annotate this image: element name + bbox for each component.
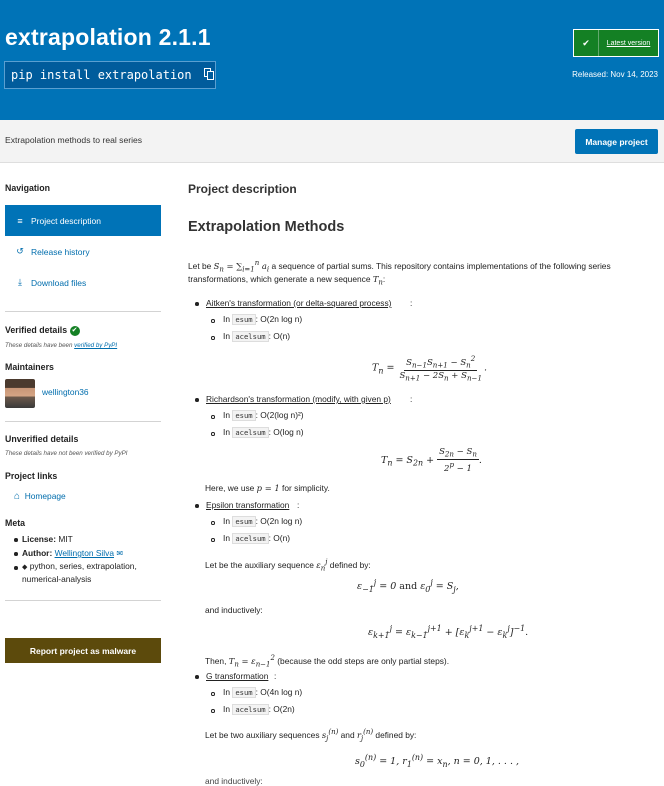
license-item: License: MIT (22, 534, 73, 544)
sub-bullet (211, 709, 215, 713)
nav-project-description[interactable]: ≡ Project description (5, 205, 161, 236)
maintainers-heading: Maintainers (5, 362, 54, 372)
epsilon-aux-text: Let be the auxiliary sequence εnj define… (205, 558, 371, 573)
epsilon-then-text: Then, Tn = εn−12 (because the odd steps … (205, 654, 450, 669)
project-links-heading: Project links (5, 471, 58, 481)
home-icon: ⌂ (14, 491, 21, 502)
epsilon-link[interactable]: Epsilon transformation (206, 500, 289, 510)
navigation-heading: Navigation (5, 183, 50, 193)
report-malware-button[interactable]: Report project as malware (5, 638, 161, 663)
verified-heading: Verified details ✔ (5, 325, 80, 336)
release-date: Released: Nov 14, 2023 (572, 70, 658, 79)
g-init-formula: s0(n) = 1, r1(n) = xn, n = 0, 1, . . . , (355, 753, 520, 770)
richardson-esum: In esum: O(2(log n)²) (223, 410, 304, 421)
g-esum: In esum: O(4n log n) (223, 687, 303, 698)
divider (5, 600, 161, 601)
summary-bar: Extrapolation methods to real series (0, 120, 664, 163)
maintainer-avatar[interactable] (5, 379, 35, 408)
latest-version-badge[interactable]: ✔ Latest version (573, 29, 659, 57)
package-summary: Extrapolation methods to real series (5, 135, 143, 145)
bullet (14, 552, 18, 556)
sub-bullet (211, 521, 215, 525)
align-left-icon: ≡ (17, 215, 23, 226)
manage-project-button[interactable]: Manage project (575, 129, 658, 154)
aitken-formula: Tn = Sn−1Sn+1 − Sn2 Sn+1 − 2Sn + Sn−1. (372, 354, 487, 383)
g-aux-text: Let be two auxiliary sequences sj(n) and… (205, 728, 417, 743)
sub-bullet (211, 692, 215, 696)
epsilon-acelsum: In acelsum: O(n) (223, 533, 291, 544)
epsilon-recursion-formula: εk+1j = εk−1j+1 + [εkj+1 − εkj]−1. (368, 624, 529, 641)
verified-by-pypi-link[interactable]: verified by PyPI (74, 342, 117, 349)
pip-command-box[interactable]: pip install extrapolation (4, 61, 216, 89)
bullet (14, 538, 18, 542)
tag-icon: ◆ (22, 564, 28, 571)
latest-version-link[interactable]: Latest version (599, 40, 658, 47)
g-acelsum: In acelsum: O(2n) (223, 704, 295, 715)
intro-line-2: transformations, which generate a new se… (188, 274, 386, 287)
tags-item: ◆ python, series, extrapolation, (22, 561, 137, 571)
bullet (195, 302, 199, 306)
pip-command: pip install extrapolation (11, 68, 192, 82)
check-icon: ✔ (582, 37, 590, 48)
intro-line-1: Let be Sn = ∑i=1n ai a sequence of parti… (188, 259, 611, 274)
homepage-link[interactable]: ⌂ Homepage (14, 491, 66, 502)
package-header: extrapolation 2.1.1 pip install extrapol… (0, 0, 664, 120)
sub-bullet (211, 538, 215, 542)
epsilon-init-formula: ε−1j = 0 and ε0j = Sj, (357, 578, 459, 595)
nav-label: Project description (31, 215, 101, 226)
nav-release-history[interactable]: ↺ Release history (5, 236, 161, 267)
author-link[interactable]: Wellington Silva (55, 548, 114, 558)
package-title: extrapolation 2.1.1 (5, 24, 211, 50)
g-cut-text: and inductively: (205, 776, 263, 786)
epsilon-inductive-text: and inductively: (205, 605, 263, 615)
bullet (14, 566, 18, 570)
maintainer-link[interactable]: wellington36 (42, 387, 89, 397)
envelope-icon: ✉ (116, 549, 124, 558)
richardson-link[interactable]: Richardson's transformation (modify, wit… (206, 394, 391, 404)
nav-download-files[interactable]: ⤓ Download files (5, 267, 161, 298)
epsilon-esum: In esum: O(2n log n) (223, 516, 303, 527)
unverified-note: These details have not been verified by … (5, 450, 128, 457)
bullet (195, 398, 199, 402)
divider (5, 421, 161, 422)
history-icon: ↺ (16, 246, 24, 256)
aitken-link[interactable]: Aitken's transformation (or delta-square… (206, 298, 391, 308)
bullet (195, 675, 199, 679)
section-title: Project description (188, 182, 297, 196)
bullet (195, 504, 199, 508)
sub-bullet (211, 336, 215, 340)
nav-label: Download files (31, 277, 87, 288)
g-link[interactable]: G transformation (206, 671, 268, 681)
aitken-acelsum: In acelsum: O(n) (223, 331, 291, 342)
sub-bullet (211, 432, 215, 436)
sub-bullet (211, 319, 215, 323)
download-icon: ⤓ (18, 277, 22, 287)
homepage-label: Homepage (24, 491, 66, 501)
math-sn: Sn = ∑i=1n ai (213, 259, 270, 274)
richardson-formula: Tn = S2n + S2n − Sn 2p − 1. (381, 447, 482, 474)
aitken-esum: In esum: O(2n log n) (223, 314, 303, 325)
richardson-note: Here, we use p = 1 for simplicity. (205, 483, 330, 493)
richardson-acelsum: In acelsum: O(log n) (223, 427, 304, 438)
tags-item-cont: numerical-analysis (22, 574, 92, 584)
meta-heading: Meta (5, 518, 26, 528)
nav-label: Release history (31, 246, 90, 257)
sub-bullet (211, 415, 215, 419)
divider (5, 311, 161, 312)
copy-icon[interactable] (203, 68, 215, 82)
readme-heading: Extrapolation Methods (188, 219, 345, 235)
verified-check-icon: ✔ (69, 325, 80, 336)
unverified-heading: Unverified details (5, 434, 79, 444)
author-item: Author: Wellington Silva ✉ (22, 548, 124, 558)
verified-note: These details have been verified by PyPI (5, 342, 118, 349)
